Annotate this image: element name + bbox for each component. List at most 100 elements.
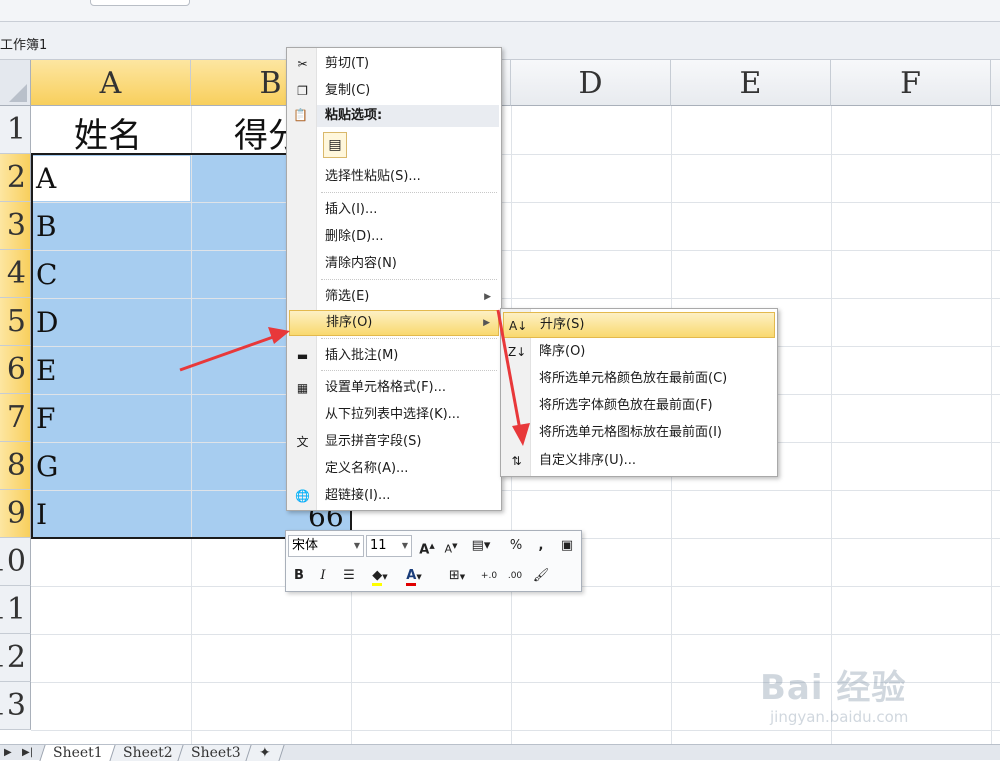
submenu-item-ascending[interactable]: A↓ 升序(S)	[503, 312, 775, 338]
first-sheet-icon[interactable]: ▶	[4, 747, 12, 758]
menu-label: 筛选(E)	[325, 289, 370, 304]
font-size-value: 11	[370, 538, 387, 553]
menu-item-format-cells[interactable]: ▦ 设置单元格格式(F)...	[289, 375, 499, 401]
center-align-icon: ☰	[343, 568, 355, 583]
select-all-button[interactable]	[0, 60, 31, 106]
menu-label: 清除内容(N)	[325, 256, 397, 271]
submenu-item-custom-sort[interactable]: ⇅ 自定义排序(U)...	[503, 448, 775, 474]
row-header-5[interactable]: 5	[0, 298, 31, 346]
insert-sheet-icon[interactable]: ✦	[245, 745, 285, 761]
bold-button[interactable]: B	[288, 565, 310, 587]
merge-center-icon: ▣	[560, 538, 574, 553]
row-header-13[interactable]: 13	[0, 682, 31, 730]
font-size-dropdown[interactable]: 11 ▼	[366, 535, 412, 557]
menu-item-clear-contents[interactable]: 清除内容(N)	[289, 251, 499, 277]
menu-item-copy[interactable]: ❐ 复制(C)	[289, 78, 499, 104]
name-box[interactable]	[90, 0, 190, 6]
italic-button[interactable]: I	[312, 565, 334, 587]
column-header-e[interactable]: E	[671, 60, 831, 106]
menu-item-define-name[interactable]: 定义名称(A)...	[289, 456, 499, 482]
shrink-font-button[interactable]: A▼	[440, 535, 462, 557]
cell-a2[interactable]: A	[36, 162, 56, 195]
center-align-button[interactable]: ☰	[338, 565, 360, 587]
font-name-dropdown[interactable]: 宋体 ▼	[288, 535, 364, 557]
watermark-logo: Bai 经验	[760, 668, 907, 708]
column-header-g-partial[interactable]	[991, 60, 1000, 106]
submenu-item-descending[interactable]: Z↓ 降序(O)	[503, 339, 775, 365]
cell-a4[interactable]: C	[36, 258, 57, 291]
menu-separator	[321, 192, 497, 193]
menu-item-cut[interactable]: ✂ 剪切(T)	[289, 51, 499, 77]
accounting-format-icon: ▤▾	[471, 538, 491, 553]
menu-label: 粘贴选项:	[325, 108, 383, 123]
tab-sheet1[interactable]: Sheet1	[39, 745, 117, 761]
accounting-format-button[interactable]: ▤▾	[466, 535, 496, 557]
menu-item-phonetic[interactable]: 文 显示拼音字段(S)	[289, 429, 499, 455]
cell-a6[interactable]: E	[36, 354, 56, 387]
increase-decimal-button[interactable]: +.0	[478, 565, 500, 587]
row-header-7[interactable]: 7	[0, 394, 31, 442]
menu-item-insert[interactable]: 插入(I)...	[289, 197, 499, 223]
phonetic-icon: 文	[296, 435, 309, 449]
column-header-f[interactable]: F	[831, 60, 991, 106]
row-header-3[interactable]: 3	[0, 202, 31, 250]
submenu-item-font-color-top[interactable]: 将所选字体颜色放在最前面(F)	[503, 393, 775, 419]
format-cells-icon: ▦	[296, 381, 309, 395]
row-header-11[interactable]: 11	[0, 586, 31, 634]
comma-button[interactable]: ,	[530, 535, 552, 557]
scissors-icon: ✂	[297, 57, 308, 71]
increase-decimal-icon: +.0	[480, 571, 498, 581]
menu-item-filter[interactable]: 筛选(E) ▶	[289, 284, 499, 310]
menu-label: 剪切(T)	[325, 56, 370, 71]
tab-sheet2[interactable]: Sheet2	[109, 745, 187, 761]
cell-a9[interactable]: I	[36, 498, 47, 531]
decrease-decimal-button[interactable]: .00	[504, 565, 526, 587]
menu-label: 超链接(I)...	[325, 488, 391, 503]
font-name-value: 宋体	[292, 538, 319, 553]
row-header-10[interactable]: 10	[0, 538, 31, 586]
paste-icon: ▤	[328, 137, 342, 153]
menu-label: 排序(O)	[326, 315, 373, 330]
cell-a8[interactable]: G	[36, 450, 58, 483]
cell-a3[interactable]: B	[36, 210, 57, 243]
percent-button[interactable]: %	[505, 535, 527, 557]
cell-a5[interactable]: D	[36, 306, 58, 339]
row-header-9[interactable]: 9	[0, 490, 31, 538]
menu-item-paste-special[interactable]: 选择性粘贴(S)...	[289, 164, 499, 190]
merge-center-button[interactable]: ▣	[556, 535, 578, 557]
menu-item-hyperlink[interactable]: 🌐 超链接(I)...	[289, 483, 499, 509]
tab-sheet3[interactable]: Sheet3	[177, 745, 255, 761]
font-color-button[interactable]: A▼	[398, 565, 430, 587]
paste-button[interactable]: ▤	[323, 132, 347, 158]
watermark-url: jingyan.baidu.com	[770, 708, 909, 726]
submenu-item-cell-icon-top[interactable]: 将所选单元格图标放在最前面(I)	[503, 420, 775, 446]
cell-a1[interactable]: 姓名	[74, 108, 142, 157]
cell-a7[interactable]: F	[36, 402, 55, 435]
menu-item-sort[interactable]: 排序(O) ▶	[289, 310, 499, 336]
last-sheet-icon[interactable]: ▶|	[22, 747, 33, 758]
fill-bucket-icon: ◆	[372, 568, 383, 586]
sort-submenu: A↓ 升序(S) Z↓ 降序(O) 将所选单元格颜色放在最前面(C) 将所选字体…	[500, 308, 778, 477]
menu-item-delete[interactable]: 删除(D)...	[289, 224, 499, 250]
menu-label: 将所选字体颜色放在最前面(F)	[539, 398, 713, 413]
row-header-6[interactable]: 6	[0, 346, 31, 394]
column-header-d[interactable]: D	[511, 60, 671, 106]
row-header-8[interactable]: 8	[0, 442, 31, 490]
fill-color-button[interactable]: ◆▼	[364, 565, 396, 587]
column-header-a[interactable]: A	[31, 60, 191, 106]
borders-button[interactable]: ⊞▼	[442, 565, 472, 587]
percent-icon: %	[509, 538, 523, 553]
italic-icon: I	[320, 568, 326, 583]
chevron-down-icon: ▼	[459, 573, 466, 581]
submenu-item-cell-color-top[interactable]: 将所选单元格颜色放在最前面(C)	[503, 366, 775, 392]
row-header-12[interactable]: 12	[0, 634, 31, 682]
grow-font-button[interactable]: A▲	[416, 535, 438, 557]
row-header-2[interactable]: 2	[0, 154, 31, 202]
menu-item-pick-from-list[interactable]: 从下拉列表中选择(K)...	[289, 402, 499, 428]
formula-bar-area	[0, 0, 1000, 22]
menu-label: 选择性粘贴(S)...	[325, 169, 421, 184]
menu-item-insert-comment[interactable]: ▬ 插入批注(M)	[289, 343, 499, 369]
row-header-1[interactable]: 1	[0, 106, 31, 154]
format-painter-button[interactable]: 🖌	[530, 565, 552, 587]
row-header-4[interactable]: 4	[0, 250, 31, 298]
